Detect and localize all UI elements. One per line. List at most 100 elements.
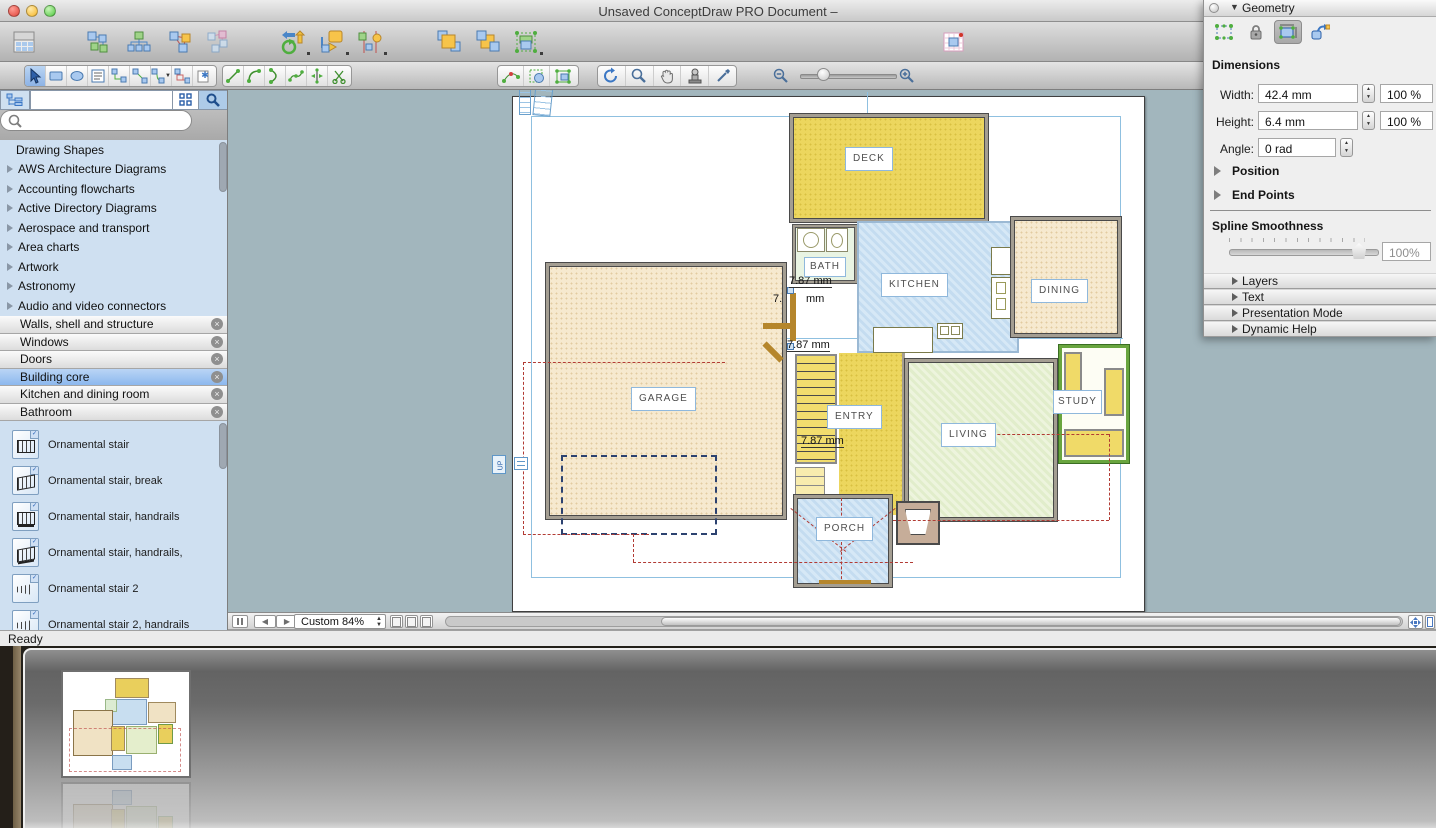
height-field[interactable]: 6.4 mm (1258, 111, 1358, 130)
zoom-slider-track[interactable] (800, 74, 897, 79)
wall-segment[interactable] (763, 323, 793, 329)
width-field[interactable]: 42.4 mm (1258, 84, 1358, 103)
disclosure-triangle-icon[interactable] (1214, 190, 1221, 200)
dropped-stair-glyph[interactable] (519, 90, 531, 115)
bezier-connector-tool[interactable]: ▼ (151, 66, 172, 86)
text-tool[interactable] (88, 66, 109, 86)
height-percent-field[interactable]: 100 % (1380, 111, 1433, 130)
library-item[interactable]: AWS Architecture Diagrams (0, 160, 228, 180)
disclosure-triangle-icon[interactable] (7, 243, 13, 251)
library-item[interactable]: Astronomy (0, 277, 228, 297)
page-view-button-1[interactable] (390, 615, 403, 628)
convert-shape-tool[interactable] (524, 66, 550, 86)
width-stepper[interactable]: ▲▼ (1362, 84, 1375, 103)
spline-tool[interactable] (286, 66, 307, 86)
bath-sink-fixture[interactable] (797, 228, 825, 252)
zoom-slider-thumb[interactable] (817, 68, 830, 81)
width-percent-field[interactable]: 100 % (1380, 84, 1433, 103)
transform-frame-icon[interactable] (1210, 20, 1238, 44)
spline-slider-thumb[interactable] (1352, 243, 1366, 259)
tree-diagram-icon[interactable] (125, 28, 153, 56)
rectangle-tool[interactable] (46, 66, 67, 86)
duplicate-diagram-icon[interactable] (203, 28, 231, 56)
insert-vertex-tool[interactable] (307, 66, 328, 86)
room-porch[interactable] (794, 495, 892, 587)
library-item[interactable]: Area charts (0, 238, 228, 258)
edit-curve-tool[interactable] (498, 66, 524, 86)
stencil-item[interactable]: ✓ Ornamental stair, break (0, 463, 219, 499)
disclosure-triangle-icon[interactable] (7, 263, 13, 271)
room-label-porch[interactable]: PORCH (816, 517, 873, 541)
disclosure-triangle-icon[interactable] (7, 302, 13, 310)
direct-connector-tool[interactable] (130, 66, 151, 86)
library-item[interactable]: Audio and video connectors (0, 296, 228, 316)
library-section-bathroom[interactable]: Bathroom× (0, 404, 228, 422)
group-shapes-icon[interactable] (512, 28, 540, 56)
pan-hand-tool[interactable] (654, 66, 682, 86)
close-library-icon[interactable]: × (211, 318, 223, 330)
angle-field[interactable]: 0 rad (1258, 138, 1336, 157)
action-connector-icon[interactable] (1306, 20, 1334, 44)
room-label-living[interactable]: LIVING (941, 423, 996, 447)
library-item[interactable]: Accounting flowcharts (0, 179, 228, 199)
curve-tool[interactable] (265, 66, 286, 86)
close-library-icon[interactable]: × (211, 336, 223, 348)
library-item[interactable]: Drawing Shapes (0, 140, 228, 160)
disclosure-triangle-icon[interactable] (7, 224, 13, 232)
close-library-icon[interactable]: × (211, 371, 223, 383)
close-library-icon[interactable]: × (211, 353, 223, 365)
angle-stepper[interactable]: ▲▼ (1340, 138, 1353, 157)
room-dining[interactable] (1011, 217, 1121, 337)
stencil-item[interactable]: ✓ Ornamental stair, handrails, (0, 535, 219, 571)
end-points-section[interactable]: End Points (1232, 188, 1295, 202)
close-library-icon[interactable]: × (211, 406, 223, 418)
close-library-icon[interactable]: × (211, 388, 223, 400)
zoom-out-icon[interactable] (772, 67, 790, 85)
rotate-tool[interactable] (598, 66, 626, 86)
horizontal-scrollbar-track[interactable] (445, 616, 1403, 627)
room-entry[interactable] (839, 353, 905, 515)
guide-marker[interactable] (514, 457, 528, 470)
disclosure-triangle-icon[interactable] (7, 204, 13, 212)
porch-step-fixture[interactable] (896, 501, 940, 545)
stamp-tool[interactable] (681, 66, 709, 86)
library-section-building-core[interactable]: Building core× (0, 369, 228, 387)
library-list-scrollbar[interactable] (219, 142, 227, 192)
pause-updates-button[interactable] (232, 615, 248, 628)
pointer-tool[interactable] (25, 66, 46, 86)
page-view-button-3[interactable] (420, 615, 433, 628)
shape-table-icon[interactable] (10, 28, 38, 56)
library-section-walls[interactable]: Walls, shell and structure× (0, 316, 228, 334)
zoom-in-icon[interactable] (898, 67, 916, 85)
stencil-list-scrollbar[interactable] (219, 423, 227, 469)
position-section[interactable]: Position (1232, 164, 1279, 178)
room-label-dining[interactable]: DINING (1031, 279, 1088, 303)
page-view-button-2[interactable] (405, 615, 418, 628)
spline-value-field[interactable]: 100% (1382, 242, 1431, 261)
lock-icon[interactable] (1242, 20, 1270, 44)
library-item[interactable]: Artwork (0, 257, 228, 277)
disclosure-triangle-icon[interactable]: ▼ (1230, 2, 1239, 12)
zoom-tool[interactable] (626, 66, 654, 86)
library-tree-view-button[interactable] (0, 90, 30, 110)
library-search-button[interactable] (198, 90, 228, 110)
disclosure-triangle-icon[interactable] (7, 282, 13, 290)
bring-to-front-icon[interactable] (435, 28, 463, 56)
bath-toilet-fixture[interactable] (826, 228, 848, 252)
height-stepper[interactable]: ▲▼ (1362, 111, 1375, 130)
room-label-study[interactable]: STUDY (1053, 390, 1102, 414)
selection-handle[interactable] (787, 287, 794, 294)
layers-bar[interactable]: Layers (1204, 273, 1436, 289)
stencil-item[interactable]: ✓ Ornamental stair 2, handrails (0, 607, 219, 630)
room-label-bath[interactable]: BATH (804, 257, 846, 277)
arc-tool[interactable] (244, 66, 265, 86)
scissors-tool[interactable] (328, 66, 349, 86)
split-view-button[interactable] (1425, 615, 1435, 629)
up-direction-marker[interactable]: UP (492, 455, 506, 474)
disclosure-triangle-icon[interactable] (1214, 166, 1221, 176)
previous-page-button[interactable]: ◀ (254, 615, 276, 628)
library-section-doors[interactable]: Doors× (0, 351, 228, 369)
room-label-deck[interactable]: DECK (845, 147, 893, 171)
network-diagram-icon[interactable] (166, 28, 194, 56)
ellipse-tool[interactable] (67, 66, 88, 86)
